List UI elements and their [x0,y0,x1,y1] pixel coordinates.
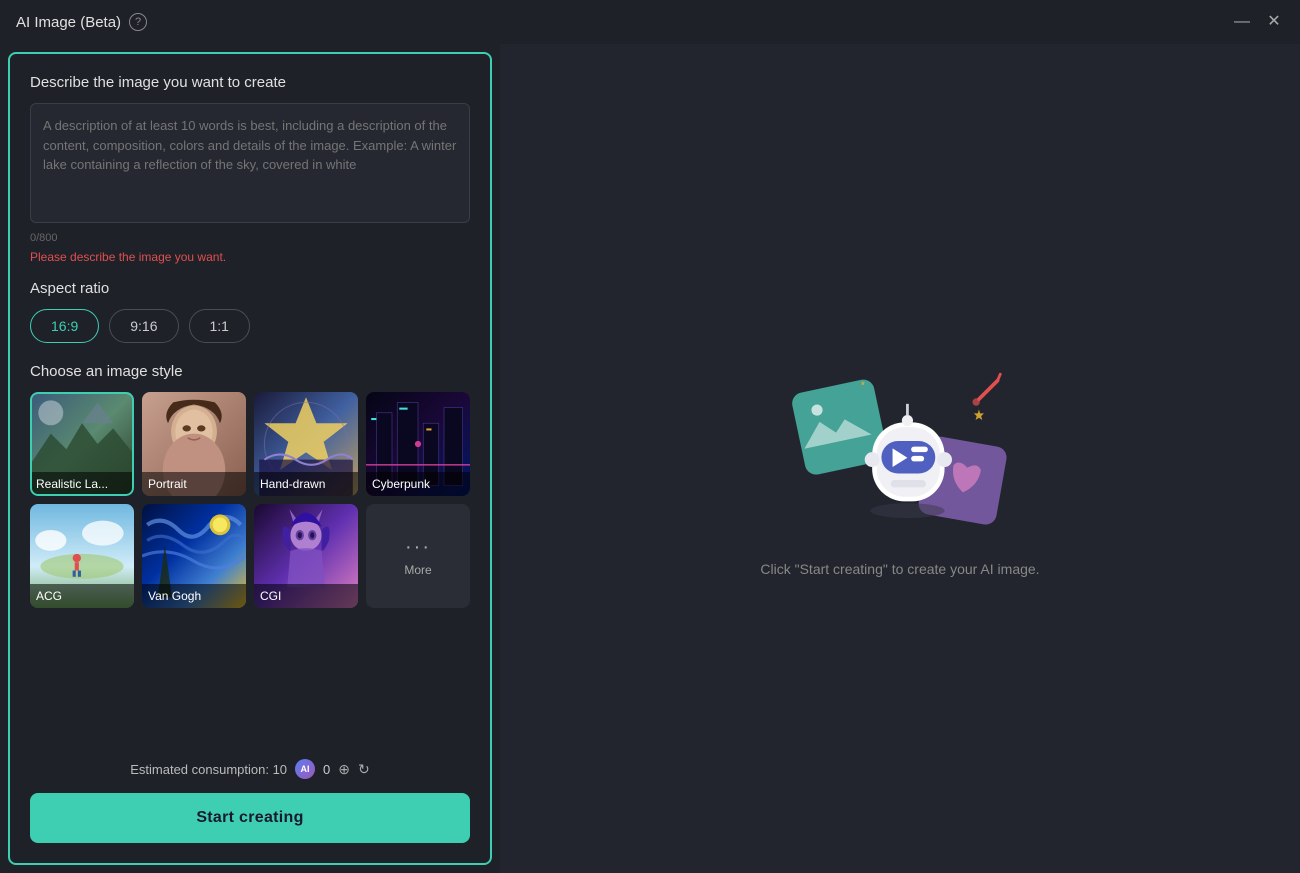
ratio-16-9[interactable]: 16:9 [30,309,99,343]
style-cgi-label: CGI [254,584,358,608]
style-portrait-label: Portrait [142,472,246,496]
title-left: AI Image (Beta) ? [16,13,147,31]
close-button[interactable]: ✕ [1264,12,1284,32]
style-cyberpunk-label: Cyberpunk [366,472,470,496]
style-cgi[interactable]: CGI [254,504,358,608]
ratio-buttons: 16:9 9:16 1:1 [30,309,470,343]
style-grid: Realistic La... [30,392,470,608]
style-handdrawn-label: Hand-drawn [254,472,358,496]
minimize-button[interactable]: — [1232,12,1252,32]
style-realistic[interactable]: Realistic La... [30,392,134,496]
consumption-row: Estimated consumption: 10 AI 0 ⊕ ↻ [30,759,470,779]
style-portrait[interactable]: Portrait [142,392,246,496]
left-panel: Describe the image you want to create 0/… [8,52,492,865]
main-layout: Describe the image you want to create 0/… [0,44,1300,873]
description-title: Describe the image you want to create [30,74,470,91]
aspect-ratio-title: Aspect ratio [30,280,470,297]
aspect-ratio-section: Aspect ratio 16:9 9:16 1:1 [30,280,470,343]
ratio-9-16[interactable]: 9:16 [109,309,178,343]
add-credits-icon[interactable]: ⊕ [338,761,350,778]
description-textarea[interactable] [30,103,470,223]
more-label: More [404,563,431,577]
title-controls: — ✕ [1232,12,1284,32]
ai-coin-icon: AI [295,759,315,779]
style-acg[interactable]: ACG [30,504,134,608]
app-title: AI Image (Beta) [16,14,121,31]
start-creating-button[interactable]: Start creating [30,793,470,843]
right-panel: Click "Start creating" to create your AI… [500,44,1300,873]
refresh-icon[interactable]: ↻ [358,761,370,778]
style-more-button[interactable]: ··· More [366,504,470,608]
style-acg-label: ACG [30,584,134,608]
more-dots-icon: ··· [405,536,431,559]
right-panel-hint: Click "Start creating" to create your AI… [760,561,1039,577]
style-realistic-label: Realistic La... [30,472,134,496]
consumption-text: Estimated consumption: 10 [130,762,287,777]
style-section: Choose an image style [30,363,470,608]
style-vangogh-label: Van Gogh [142,584,246,608]
title-bar: AI Image (Beta) ? — ✕ [0,0,1300,44]
style-cyberpunk[interactable]: Cyberpunk [366,392,470,496]
style-vangogh[interactable]: Van Gogh [142,504,246,608]
robot-illustration [770,341,1030,541]
error-text: Please describe the image you want. [30,250,470,264]
style-handdrawn[interactable]: Hand-drawn [254,392,358,496]
credit-count: 0 [323,762,330,777]
ratio-1-1[interactable]: 1:1 [189,309,250,343]
style-section-title: Choose an image style [30,363,470,380]
description-section: Describe the image you want to create 0/… [30,74,470,264]
help-icon[interactable]: ? [129,13,147,31]
bottom-bar: Estimated consumption: 10 AI 0 ⊕ ↻ Start… [30,739,470,843]
char-count: 0/800 [30,232,470,244]
